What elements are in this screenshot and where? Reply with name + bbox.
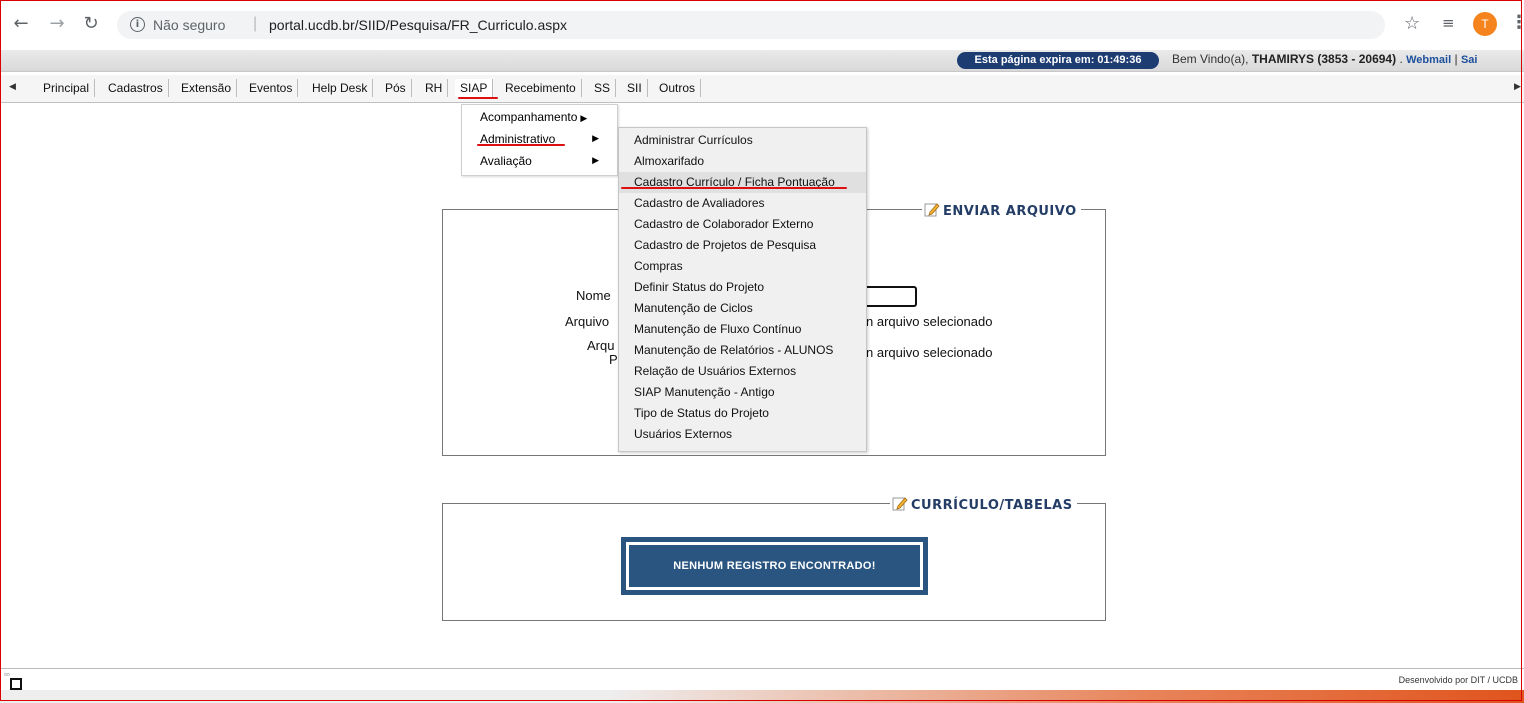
upload-title-text: ENVIAR ARQUIVO bbox=[943, 204, 1077, 219]
admin-item-cadastro-avaliadores[interactable]: Cadastro de Avaliadores bbox=[619, 193, 866, 214]
submenu-avaliacao[interactable]: Avaliação ▶ bbox=[462, 151, 617, 171]
menu-outros[interactable]: Outros bbox=[654, 79, 702, 97]
no-records-banner: NENHUM REGISTRO ENCONTRADO! bbox=[621, 537, 928, 595]
upload-fieldset-title: ENVIAR ARQUIVO bbox=[922, 202, 1081, 219]
chevron-right-icon: ▶ bbox=[592, 156, 599, 166]
separator: . bbox=[1396, 52, 1407, 66]
not-secure-label: Não seguro bbox=[153, 17, 226, 33]
user-name: THAMIRYS (3853 - 20694) bbox=[1251, 52, 1397, 66]
arquivo-label-2-line2: P bbox=[609, 352, 618, 367]
admin-item-siap-antigo[interactable]: SIAP Manutenção - Antigo bbox=[619, 382, 866, 403]
menu-ss[interactable]: SS bbox=[589, 79, 617, 97]
session-expire-badge: Esta página expira em: 01:49:36 bbox=[957, 52, 1159, 69]
reload-icon[interactable]: ↻ bbox=[80, 13, 102, 35]
menu-help-desk[interactable]: Help Desk bbox=[307, 79, 374, 97]
admin-item-administrar-curriculos[interactable]: Administrar Currículos bbox=[619, 130, 866, 151]
nome-label: Nome bbox=[576, 288, 611, 303]
forward-arrow-icon[interactable]: → bbox=[46, 13, 68, 35]
administrativo-submenu: Administrar Currículos Almoxarifado Cada… bbox=[618, 127, 867, 452]
address-bar[interactable]: i Não seguro | portal.ucdb.br/SIID/Pesqu… bbox=[117, 11, 1385, 39]
scroll-left-icon[interactable]: ◀ bbox=[9, 82, 16, 92]
page-footer: Desenvolvido por DIT / UCDB bbox=[0, 668, 1524, 691]
more-menu-icon[interactable]: ⋮ bbox=[1510, 12, 1524, 33]
main-menubar: ◀ Principal Cadastros Extensão Eventos H… bbox=[0, 74, 1524, 103]
bottom-gradient-strip bbox=[0, 690, 1524, 703]
chevron-right-icon: ▶ bbox=[592, 134, 599, 144]
welcome-prefix: Bem Vindo(a), bbox=[1172, 52, 1252, 66]
submenu-avaliacao-label: Avaliação bbox=[480, 154, 532, 168]
annotation-underline-administrativo bbox=[477, 144, 565, 146]
resize-handle-icon: ▫▫ bbox=[4, 670, 10, 679]
annotation-underline-cadastro-curriculo bbox=[621, 187, 847, 189]
browser-toolbar: ← → ↻ i Não seguro | portal.ucdb.br/SIID… bbox=[0, 0, 1524, 51]
submenu-administrativo[interactable]: Administrativo ▶ bbox=[462, 129, 617, 149]
annotation-underline-siap bbox=[458, 97, 498, 99]
menu-cadastros[interactable]: Cadastros bbox=[103, 79, 169, 97]
submenu-acompanhamento[interactable]: Acompanhamento ▶ bbox=[462, 107, 617, 127]
admin-item-projetos-pesquisa[interactable]: Cadastro de Projetos de Pesquisa bbox=[619, 235, 866, 256]
page-corner-icon bbox=[10, 678, 22, 690]
logout-link[interactable]: Sai bbox=[1461, 54, 1478, 66]
admin-item-colaborador-externo[interactable]: Cadastro de Colaborador Externo bbox=[619, 214, 866, 235]
admin-item-relatorios-alunos[interactable]: Manutenção de Relatórios - ALUNOS bbox=[619, 340, 866, 361]
menu-recebimento[interactable]: Recebimento bbox=[500, 79, 582, 97]
menu-siap[interactable]: SIAP bbox=[455, 79, 494, 97]
nome-input[interactable] bbox=[865, 286, 917, 307]
tables-title-text: CURRÍCULO/TABELAS bbox=[911, 498, 1073, 513]
tables-fieldset-title: CURRÍCULO/TABELAS bbox=[890, 496, 1077, 513]
menu-extensao[interactable]: Extensão bbox=[176, 79, 238, 97]
admin-item-fluxo-continuo[interactable]: Manutenção de Fluxo Contínuo bbox=[619, 319, 866, 340]
profile-avatar[interactable]: T bbox=[1473, 12, 1497, 36]
scroll-right-icon[interactable]: ▶ bbox=[1514, 82, 1521, 92]
media-control-icon[interactable]: ≡ bbox=[1442, 14, 1455, 32]
file-status-2: n arquivo selecionado bbox=[866, 345, 993, 360]
info-icon[interactable]: i bbox=[130, 17, 145, 32]
admin-item-definir-status[interactable]: Definir Status do Projeto bbox=[619, 277, 866, 298]
siap-submenu: Acompanhamento ▶ Administrativo ▶ Avaliaçã… bbox=[461, 104, 618, 176]
pencil-edit-icon bbox=[924, 203, 940, 217]
webmail-link[interactable]: Webmail bbox=[1406, 54, 1451, 66]
arquivo-label-2: Arqu bbox=[587, 338, 615, 353]
menu-pos[interactable]: Pós bbox=[380, 79, 412, 97]
file-status-1: n arquivo selecionado bbox=[866, 314, 993, 329]
submenu-acompanhamento-label: Acompanhamento bbox=[480, 110, 578, 124]
pencil-edit-icon bbox=[892, 497, 908, 511]
menu-sii[interactable]: SII bbox=[622, 79, 648, 97]
admin-item-almoxarifado[interactable]: Almoxarifado bbox=[619, 151, 866, 172]
menu-rh[interactable]: RH bbox=[420, 79, 449, 97]
admin-item-compras[interactable]: Compras bbox=[619, 256, 866, 277]
url-divider: | bbox=[253, 15, 258, 32]
admin-item-relacao-usuarios[interactable]: Relação de Usuários Externos bbox=[619, 361, 866, 382]
url-text[interactable]: portal.ucdb.br/SIID/Pesquisa/FR_Curricul… bbox=[269, 17, 567, 33]
pipe-separator: | bbox=[1451, 52, 1461, 66]
menu-eventos[interactable]: Eventos bbox=[244, 79, 299, 97]
back-arrow-icon[interactable]: ← bbox=[10, 13, 32, 35]
admin-item-cadastro-curriculo[interactable]: Cadastro Currículo / Ficha Pontuação bbox=[619, 172, 866, 193]
chevron-right-icon: ▶ bbox=[580, 114, 588, 124]
arquivo-label: Arquivo bbox=[565, 314, 610, 329]
menu-principal[interactable]: Principal bbox=[38, 79, 96, 97]
admin-item-usuarios-externos[interactable]: Usuários Externos bbox=[619, 424, 866, 445]
bookmark-star-icon[interactable]: ☆ bbox=[1404, 13, 1420, 34]
footer-credit: Desenvolvido por DIT / UCDB bbox=[1398, 675, 1518, 685]
admin-item-manutencao-ciclos[interactable]: Manutenção de Ciclos bbox=[619, 298, 866, 319]
welcome-text: Bem Vindo(a), THAMIRYS (3853 - 20694) . … bbox=[1172, 52, 1477, 66]
admin-item-tipo-status[interactable]: Tipo de Status do Projeto bbox=[619, 403, 866, 424]
session-header: Esta página expira em: 01:49:36 Bem Vind… bbox=[0, 50, 1524, 72]
